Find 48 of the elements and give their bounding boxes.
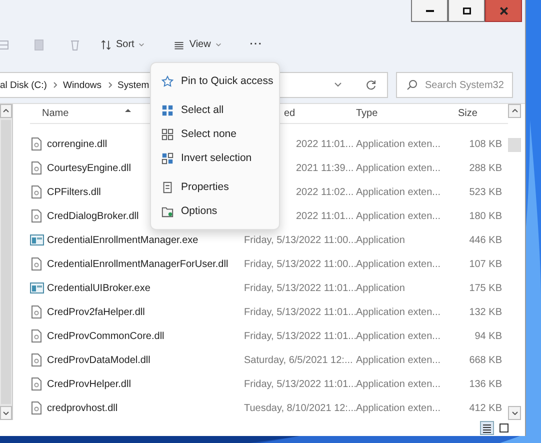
file-name: credprovhost.dll [47,402,118,414]
file-name: CPFilters.dll [47,186,101,198]
type-cell-text: Application exten... [356,258,442,270]
size-cell-text: 523 KB [468,186,502,198]
size-cell-text: 288 KB [468,162,502,174]
date-cell: Friday, 5/13/2022 11:00... [244,258,356,270]
size-cell-text: 446 KB [468,234,502,246]
file-name: CredProvHelper.dll [47,378,131,390]
size-cell-text: 180 KB [468,210,502,222]
size-cell-text: 175 KB [468,282,502,294]
type-cell-text: Application exten... [356,402,442,414]
type-cell-text: Application exten... [356,138,442,150]
type-cell-text: Application [356,282,406,294]
size-cell-text: 668 KB [468,354,502,366]
date-cell-text: 2022 11:01... [295,138,355,150]
date-cell-text: 2022 11:02... [295,186,355,198]
file-name: CourtesyEngine.dll [47,162,131,174]
type-cell-text: Application exten... [356,330,442,342]
type-cell-text: Application exten... [356,162,442,174]
type-cell-text: Application exten... [356,378,442,390]
file-name: CredentialEnrollmentManager.exe [47,234,198,246]
file-name: CredentialUIBroker.exe [47,282,150,294]
file-name: CredDialogBroker.dll [47,210,139,222]
date-cell: Friday, 5/13/2022 11:01... [244,378,356,390]
date-cell: Friday, 5/13/2022 11:01... [244,282,356,294]
size-cell-text: 107 KB [468,258,502,270]
size-cell-text: 136 KB [468,378,502,390]
type-cell-text: Application exten... [356,210,442,222]
file-name: correngine.dll [47,138,108,150]
date-cell-text: Saturday, 6/5/2021 12:... [244,354,354,366]
type-cell-text: Application exten... [356,306,442,318]
date-cell-text: 2021 11:39... [295,162,355,174]
date-cell: Friday, 5/13/2022 11:00... [244,234,356,246]
size-cell-text: 108 KB [468,138,502,150]
size-cell-text: 132 KB [468,306,502,318]
size-cell-text: 412 KB [468,402,502,414]
type-cell-text: Application [356,234,406,246]
date-cell: Friday, 5/13/2022 11:01... [244,330,356,342]
file-name: CredProvDataModel.dll [47,354,150,366]
type-cell-text: Application exten... [356,186,442,198]
file-name: CredProvCommonCore.dll [47,330,164,342]
file-name: CredentialEnrollmentManagerForUser.dll [47,258,228,270]
date-cell: Tuesday, 8/10/2021 12:... [244,402,356,414]
size-cell-text: 94 KB [474,330,502,342]
date-cell: Friday, 5/13/2022 11:01... [244,306,356,318]
type-cell-text: Application exten... [356,354,442,366]
date-cell-text: 2022 11:01... [295,210,355,222]
file-name: CredProv2faHelper.dll [47,306,145,318]
